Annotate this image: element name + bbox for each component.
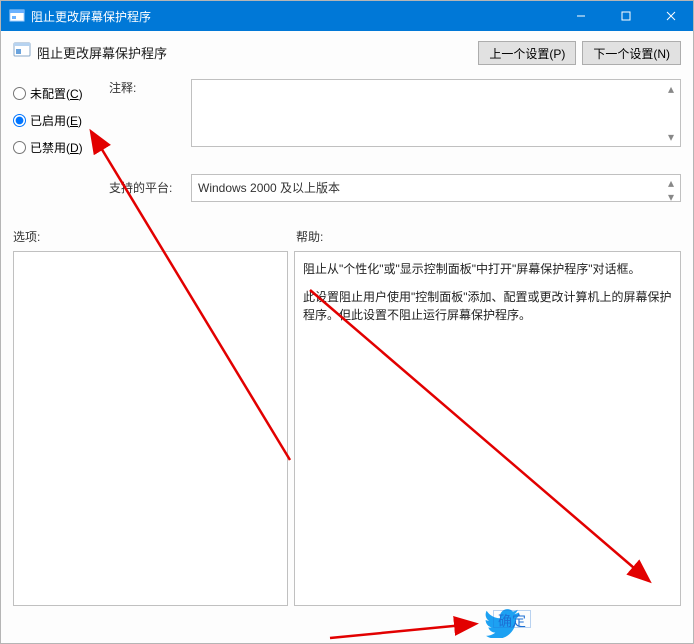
- policy-title: 阻止更改屏幕保护程序: [37, 41, 478, 62]
- titlebar: 阻止更改屏幕保护程序: [1, 1, 693, 31]
- comment-label: 注释:: [109, 79, 191, 96]
- policy-icon: [13, 41, 31, 59]
- supported-label: 支持的平台:: [109, 174, 191, 196]
- supported-on-text: Windows 2000 及以上版本: [198, 181, 340, 195]
- scrollbar: ▴ ▾: [663, 176, 679, 200]
- scroll-up-icon: ▴: [663, 176, 679, 190]
- previous-setting-button[interactable]: 上一个设置(P): [478, 41, 576, 65]
- comment-input[interactable]: ▴ ▾: [191, 79, 681, 147]
- next-setting-button[interactable]: 下一个设置(N): [582, 41, 681, 65]
- help-paragraph: 此设置阻止用户使用"控制面板"添加、配置或更改计算机上的屏幕保护程序。但此设置不…: [303, 288, 672, 324]
- scroll-down-icon: ▾: [663, 190, 679, 202]
- radio-not-configured-input[interactable]: [13, 87, 26, 100]
- scrollbar: ▴ ▾: [663, 81, 679, 145]
- state-radio-group: 未配置(C) 已启用(E) 已禁用(D): [13, 79, 109, 166]
- window-title: 阻止更改屏幕保护程序: [31, 8, 558, 25]
- help-label: 帮助:: [288, 228, 681, 245]
- options-box: [13, 251, 288, 606]
- radio-not-configured[interactable]: 未配置(C): [13, 85, 109, 102]
- group-policy-editor-window: 阻止更改屏幕保护程序 阻止更改屏幕保护程序 上一个设置(P) 下一个设置(N) …: [0, 0, 694, 644]
- radio-disabled[interactable]: 已禁用(D): [13, 139, 109, 156]
- radio-enabled[interactable]: 已启用(E): [13, 112, 109, 129]
- radio-disabled-input[interactable]: [13, 141, 26, 154]
- content-area: 阻止更改屏幕保护程序 上一个设置(P) 下一个设置(N) 未配置(C) 已启用(…: [1, 31, 693, 643]
- options-label: 选项:: [13, 228, 288, 245]
- radio-enabled-input[interactable]: [13, 114, 26, 127]
- scroll-up-icon: ▴: [663, 81, 679, 97]
- help-paragraph: 阻止从"个性化"或"显示控制面板"中打开"屏幕保护程序"对话框。: [303, 260, 672, 278]
- scroll-down-icon: ▾: [663, 129, 679, 145]
- maximize-button[interactable]: [603, 1, 648, 31]
- supported-on-box: Windows 2000 及以上版本 ▴ ▾: [191, 174, 681, 202]
- minimize-button[interactable]: [558, 1, 603, 31]
- app-icon: [9, 8, 25, 24]
- window-controls: [558, 1, 693, 31]
- close-button[interactable]: [648, 1, 693, 31]
- help-box: 阻止从"个性化"或"显示控制面板"中打开"屏幕保护程序"对话框。 此设置阻止用户…: [294, 251, 681, 606]
